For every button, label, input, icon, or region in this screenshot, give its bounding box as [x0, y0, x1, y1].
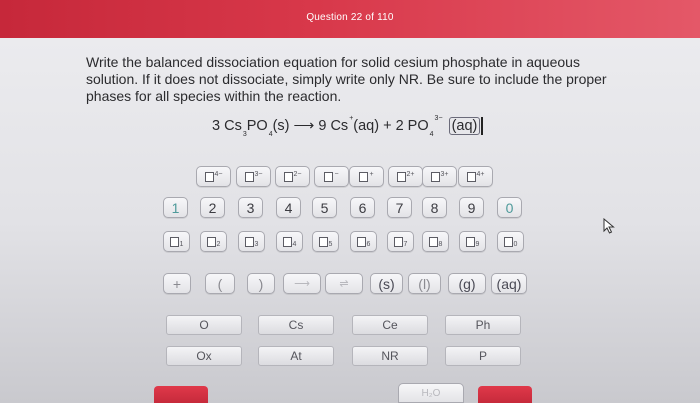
question-counter: Question 22 of 110	[306, 12, 394, 23]
charge-4minus-key[interactable]: 4−	[196, 166, 231, 187]
equation-products: 9 Cs+(aq) + 2 PO43−	[318, 115, 443, 138]
no-reaction-button[interactable]: NR	[352, 346, 428, 366]
subscript-3-key[interactable]: 3	[238, 231, 265, 252]
phase-gas-key[interactable]: (g)	[448, 273, 486, 294]
phase-aqueous-key[interactable]: (aq)	[491, 273, 527, 294]
digit-0-key[interactable]: 0	[497, 197, 522, 218]
digit-7-key[interactable]: 7	[387, 197, 412, 218]
reaction-arrow: ⟶	[293, 117, 315, 134]
charge-plus-key[interactable]: +	[349, 166, 384, 187]
answer-equation[interactable]: 3 Cs3PO4(s) ⟶ 9 Cs+(aq) + 2 PO43− (aq)	[212, 115, 483, 138]
left-paren-key[interactable]: (	[205, 273, 235, 294]
delete-button[interactable]	[478, 386, 532, 403]
subscript-5-key[interactable]: 5	[312, 231, 339, 252]
subscript-2-key[interactable]: 2	[200, 231, 227, 252]
header-bar: Question 22 of 110	[0, 0, 700, 38]
phase-liquid-key[interactable]: (l)	[408, 273, 441, 294]
water-key[interactable]: H₂O	[398, 383, 464, 403]
element-ph-button[interactable]: Ph	[445, 315, 521, 335]
element-p-button[interactable]: P	[445, 346, 521, 366]
digit-1-key[interactable]: 1	[163, 197, 188, 218]
digit-5-key[interactable]: 5	[312, 197, 337, 218]
charge-minus-key[interactable]: −	[314, 166, 349, 187]
digit-2-key[interactable]: 2	[200, 197, 225, 218]
text-cursor	[481, 117, 483, 135]
subscript-9-key[interactable]: 9	[459, 231, 486, 252]
digit-9-key[interactable]: 9	[459, 197, 484, 218]
charge-2plus-key[interactable]: 2+	[388, 166, 423, 187]
mouse-pointer-icon	[603, 218, 615, 234]
element-o-button[interactable]: O	[166, 315, 242, 335]
digit-3-key[interactable]: 3	[238, 197, 263, 218]
charge-3minus-key[interactable]: 3−	[236, 166, 271, 187]
reset-button[interactable]	[154, 386, 208, 403]
question-prompt: Write the balanced dissociation equation…	[86, 54, 607, 104]
digit-6-key[interactable]: 6	[350, 197, 375, 218]
element-at-button[interactable]: At	[258, 346, 334, 366]
charge-4plus-key[interactable]: 4+	[458, 166, 493, 187]
digit-8-key[interactable]: 8	[422, 197, 447, 218]
equilibrium-key[interactable]: ⇌	[325, 273, 363, 294]
subscript-8-key[interactable]: 8	[422, 231, 449, 252]
subscript-1-key[interactable]: 1	[163, 231, 190, 252]
charge-3plus-key[interactable]: 3+	[422, 166, 457, 187]
element-ox-button[interactable]: Ox	[166, 346, 242, 366]
right-paren-key[interactable]: )	[247, 273, 275, 294]
digit-4-key[interactable]: 4	[276, 197, 301, 218]
subscript-4-key[interactable]: 4	[276, 231, 303, 252]
element-cs-button[interactable]: Cs	[258, 315, 334, 335]
subscript-7-key[interactable]: 7	[387, 231, 414, 252]
subscript-6-key[interactable]: 6	[350, 231, 377, 252]
equation-reactant: 3 Cs3PO4(s)	[212, 117, 294, 138]
arrow-key[interactable]: ⟶	[283, 273, 321, 294]
charge-2minus-key[interactable]: 2−	[275, 166, 310, 187]
selected-phase[interactable]: (aq)	[448, 116, 481, 135]
phase-solid-key[interactable]: (s)	[370, 273, 403, 294]
plus-key[interactable]: +	[163, 273, 191, 294]
subscript-0-key[interactable]: 0	[497, 231, 524, 252]
element-ce-button[interactable]: Ce	[352, 315, 428, 335]
